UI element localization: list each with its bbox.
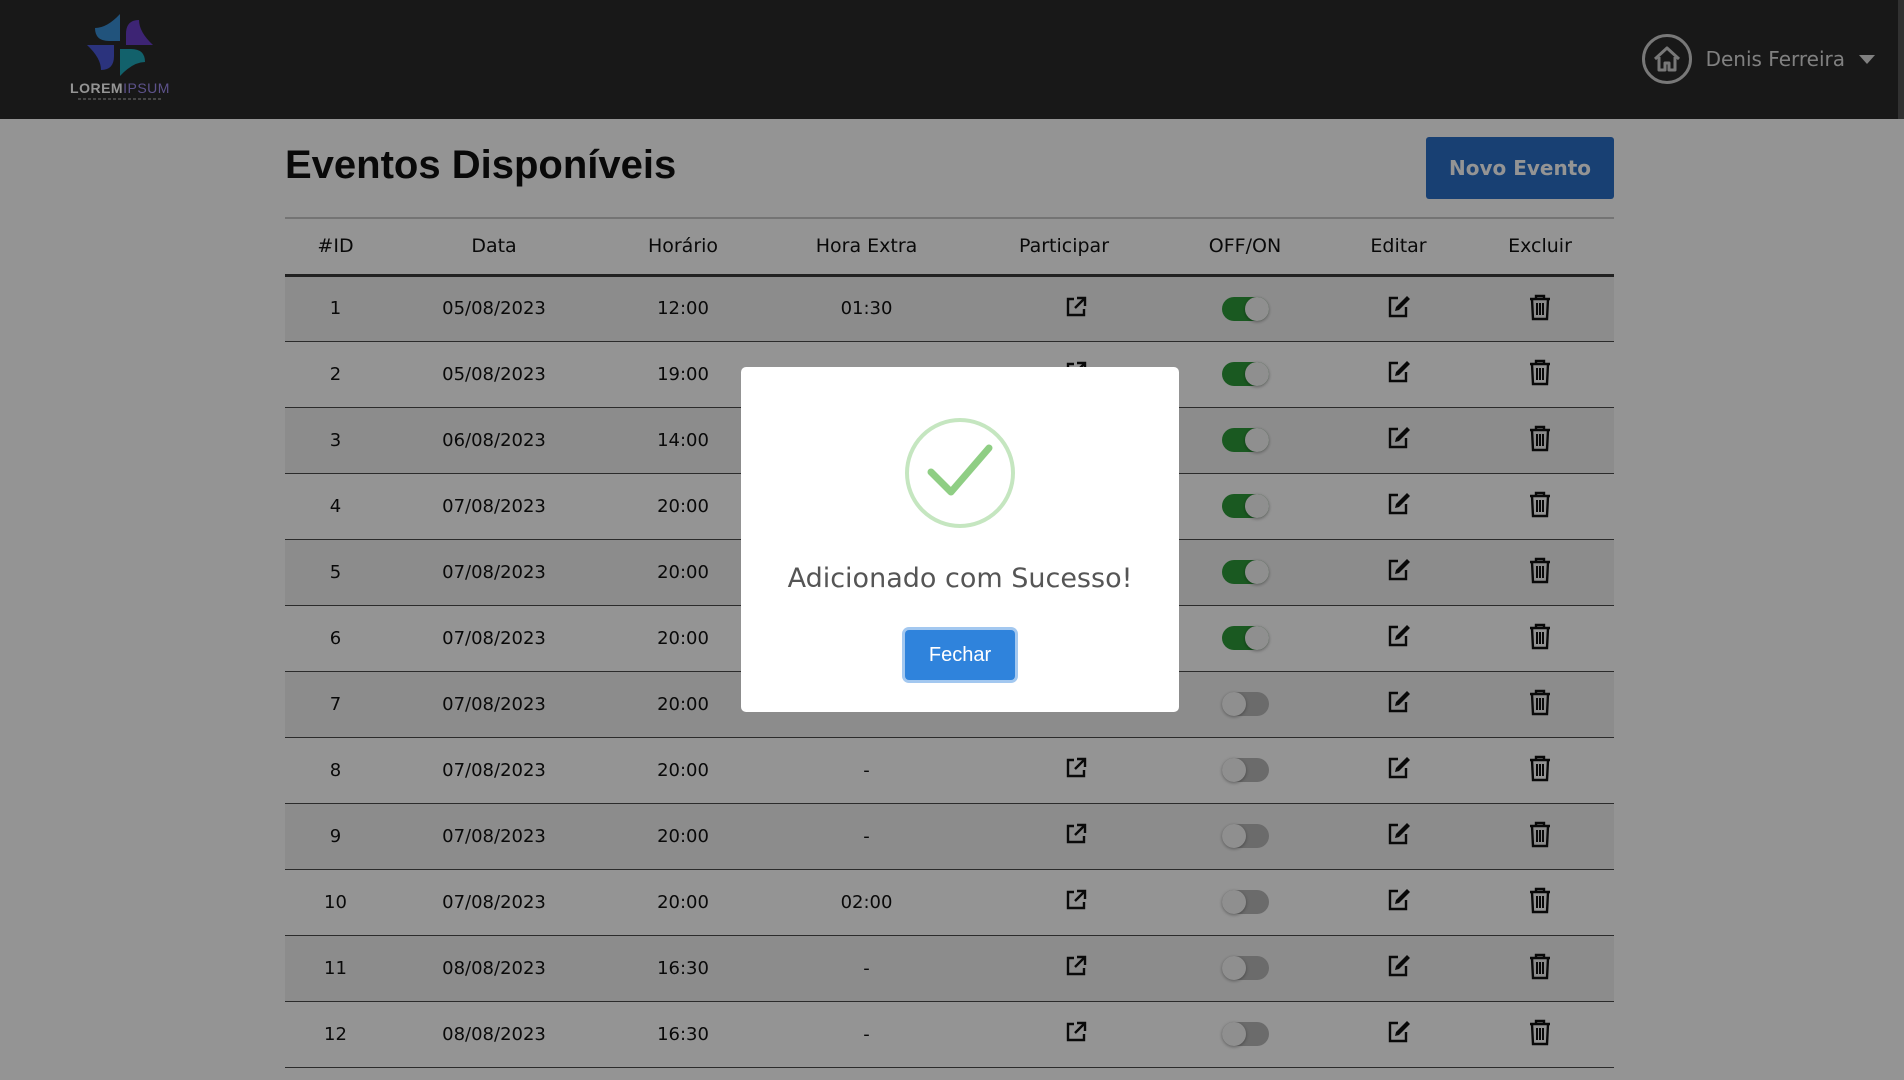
close-button[interactable]: Fechar bbox=[905, 630, 1015, 680]
success-check-icon bbox=[905, 418, 1015, 528]
modal-message: Adicionado com Sucesso! bbox=[787, 563, 1133, 594]
success-modal: Adicionado com Sucesso! Fechar bbox=[741, 367, 1179, 712]
